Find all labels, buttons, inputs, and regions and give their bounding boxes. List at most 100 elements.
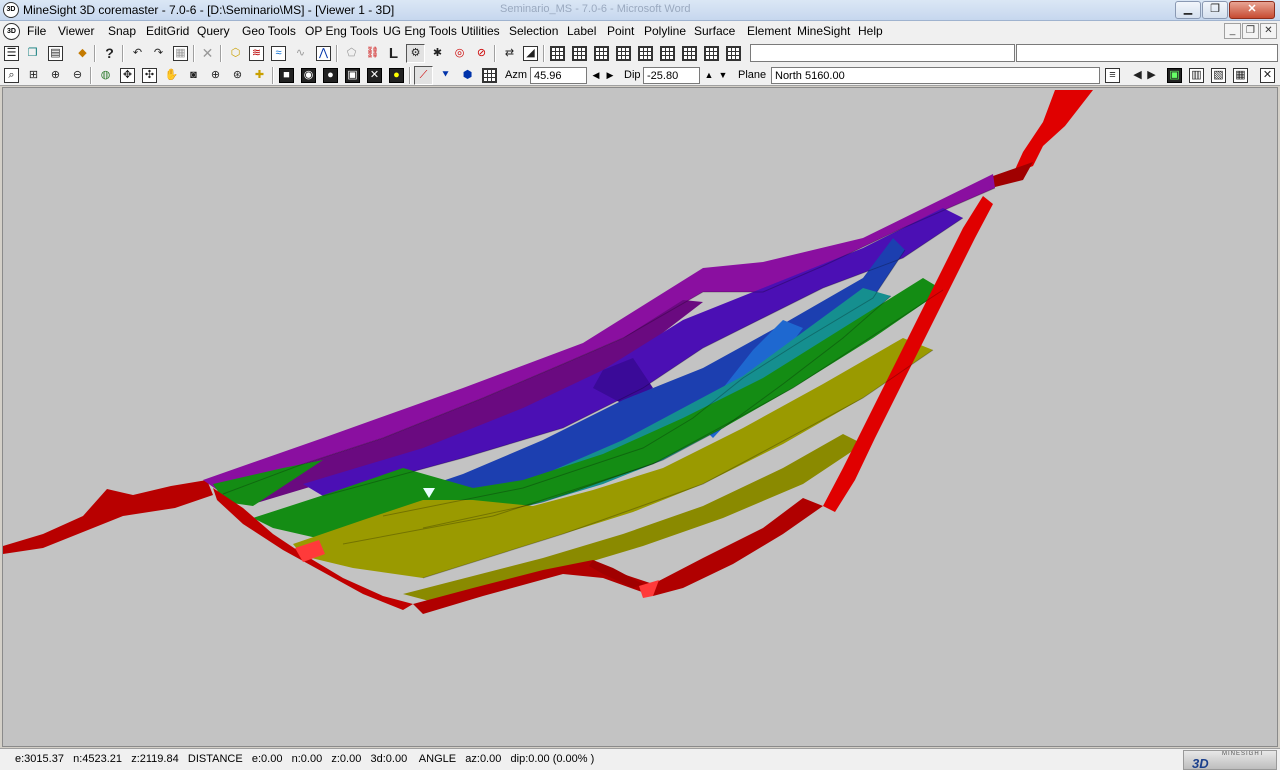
plane-close-button[interactable]: ✕ <box>1258 66 1277 85</box>
menu-minesight[interactable]: MineSight <box>797 24 850 38</box>
grid-tool-4-button[interactable] <box>614 44 633 63</box>
menu-point[interactable]: Point <box>607 24 634 38</box>
project-tree-button[interactable]: ☰ <box>2 44 21 63</box>
menu-ug-eng-tools[interactable]: UG Eng Tools <box>383 24 457 38</box>
view-mode-4-button[interactable]: ▣ <box>343 66 362 85</box>
pan-view-button[interactable]: ✥ <box>118 66 137 85</box>
azm-increase-button[interactable]: ▶ <box>604 68 616 83</box>
menu-geo-tools[interactable]: Geo Tools <box>242 24 296 38</box>
plane-list-button[interactable]: ≡ <box>1103 66 1122 85</box>
snap-tool-1-button[interactable]: ⚙ <box>406 44 425 63</box>
menu-surface[interactable]: Surface <box>694 24 735 38</box>
mdi-minimize-button[interactable]: _ <box>1224 23 1241 39</box>
geo-tool-3-button[interactable]: ≈ <box>269 44 288 63</box>
plane-tool-3-button[interactable]: ▧ <box>1209 66 1228 85</box>
link-tool-button[interactable]: ⛓ <box>363 44 382 63</box>
plane-next-button[interactable]: ▶ <box>1142 66 1161 85</box>
geo-tool-2-button[interactable]: ≋ <box>247 44 266 63</box>
azm-input[interactable] <box>530 67 587 84</box>
view-mode-5-button[interactable]: ✕ <box>365 66 384 85</box>
snap-tool-2-button[interactable]: ✱ <box>428 44 447 63</box>
close-button[interactable]: ✕ <box>1229 1 1275 19</box>
menu-viewer[interactable]: Viewer <box>58 24 94 38</box>
minesight-app-icon[interactable]: 3D <box>3 2 19 18</box>
grid-tool-9-button[interactable] <box>724 44 743 63</box>
dip-decrease-button[interactable]: ▼ <box>717 68 729 83</box>
menu-selection[interactable]: Selection <box>509 24 558 38</box>
edit-history-button[interactable]: ▦ <box>171 44 190 63</box>
delete-button[interactable]: ✕ <box>198 44 217 63</box>
view-mode-3-button[interactable]: ● <box>321 66 340 85</box>
layers-icon: ▧ <box>1211 68 1226 83</box>
viewer-3d-viewport[interactable] <box>2 87 1278 747</box>
geo-tool-1-button[interactable]: ⬡ <box>226 44 245 63</box>
hand-view-button[interactable]: ✋ <box>162 66 181 85</box>
add-point-button[interactable]: ✚ <box>250 66 269 85</box>
menu-element[interactable]: Element <box>747 24 791 38</box>
minimize-button[interactable]: ▁ <box>1175 1 1201 19</box>
mdi-close-button[interactable]: ✕ <box>1260 23 1277 39</box>
section-view-button[interactable]: ⟋ <box>414 66 433 85</box>
move-view-button[interactable]: ✣ <box>140 66 159 85</box>
document-icon[interactable]: 3D <box>3 23 20 40</box>
zoom-out-button[interactable]: ⊖ <box>68 66 87 85</box>
menu-polyline[interactable]: Polyline <box>644 24 686 38</box>
object-combo-box[interactable] <box>750 44 1015 62</box>
layer-combo-box[interactable] <box>1016 44 1278 62</box>
object-properties-button[interactable]: ◆ <box>73 44 92 63</box>
grid-tool-1-button[interactable] <box>548 44 567 63</box>
geo-tool-4-button[interactable]: ∿ <box>291 44 310 63</box>
geo-tool-5-button[interactable]: ⋀ <box>314 44 333 63</box>
menu-file[interactable]: File <box>27 24 46 38</box>
grid-view-button[interactable] <box>480 66 499 85</box>
distribute-tool-button[interactable]: ⇄ <box>500 44 519 63</box>
zoom-window-button[interactable]: ⌕ <box>2 66 21 85</box>
toolbar-separator <box>494 45 496 62</box>
dip-increase-button[interactable]: ▲ <box>703 68 715 83</box>
redo-button[interactable]: ↷ <box>149 44 168 63</box>
plane-tool-1-button[interactable]: ▣ <box>1165 66 1184 85</box>
grid-tool-8-button[interactable] <box>702 44 721 63</box>
help-button[interactable]: ? <box>100 44 119 63</box>
plane-input[interactable] <box>771 67 1100 84</box>
orbit-view-button[interactable]: ⊛ <box>228 66 247 85</box>
menu-label[interactable]: Label <box>567 24 596 38</box>
grid-tool-7-button[interactable] <box>680 44 699 63</box>
grid-manager-button[interactable]: ▤ <box>46 44 65 63</box>
grid-tool-6-button[interactable] <box>658 44 677 63</box>
dip-input[interactable] <box>643 67 700 84</box>
view-mode-1-button[interactable]: ■ <box>277 66 296 85</box>
solid-tool-button[interactable]: ⬠ <box>342 44 361 63</box>
chart-tool-button[interactable]: ◢ <box>521 44 540 63</box>
menu-help[interactable]: Help <box>858 24 883 38</box>
zoom-extents-button[interactable]: ⊞ <box>24 66 43 85</box>
mdi-restore-button[interactable]: ❐ <box>1242 23 1259 39</box>
menu-utilities[interactable]: Utilities <box>461 24 500 38</box>
target-tool-button[interactable]: ◎ <box>450 44 469 63</box>
grid-tool-3-button[interactable] <box>592 44 611 63</box>
view-mode-2-button[interactable]: ◉ <box>299 66 318 85</box>
grid-plane-icon <box>682 46 697 61</box>
menu-snap[interactable]: Snap <box>108 24 136 38</box>
no-tool-button[interactable]: ⊘ <box>472 44 491 63</box>
center-view-button[interactable]: ⊕ <box>206 66 225 85</box>
zoom-in-button[interactable]: ⊕ <box>46 66 65 85</box>
maximize-button[interactable]: ❐ <box>1202 1 1228 19</box>
l-tool-button[interactable]: L <box>384 44 403 63</box>
rotate-view-button[interactable]: ◍ <box>96 66 115 85</box>
tree-icon: ☰ <box>4 46 19 61</box>
grid-tool-2-button[interactable] <box>570 44 589 63</box>
grid-tool-5-button[interactable] <box>636 44 655 63</box>
plane-tool-4-button[interactable]: ▦ <box>1231 66 1250 85</box>
azm-decrease-button[interactable]: ◀ <box>590 68 602 83</box>
snapshot-button[interactable]: ◙ <box>184 66 203 85</box>
plane-tool-2-button[interactable]: ▥ <box>1187 66 1206 85</box>
menu-op-eng-tools[interactable]: OP Eng Tools <box>305 24 378 38</box>
view-light-button[interactable]: ● <box>387 66 406 85</box>
menu-editgrid[interactable]: EditGrid <box>146 24 189 38</box>
box-view-button[interactable]: ⬢ <box>458 66 477 85</box>
down-view-button[interactable]: ⯆ <box>436 66 455 85</box>
viewer-manager-button[interactable]: ❐ <box>23 44 42 63</box>
menu-query[interactable]: Query <box>197 24 230 38</box>
undo-button[interactable]: ↶ <box>128 44 147 63</box>
